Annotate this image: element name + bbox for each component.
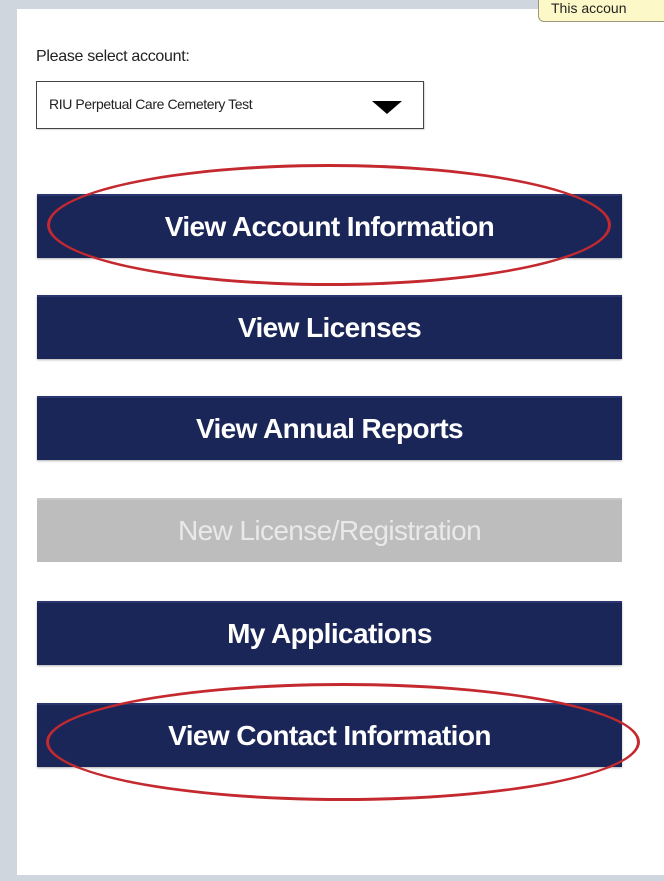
tooltip: This accoun	[538, 0, 664, 22]
view-account-information-button[interactable]: View Account Information	[37, 194, 622, 258]
account-select[interactable]: RIU Perpetual Care Cemetery Test	[36, 81, 424, 129]
view-contact-information-button[interactable]: View Contact Information	[37, 703, 622, 767]
new-license-registration-button: New License/Registration	[37, 498, 622, 562]
view-licenses-button[interactable]: View Licenses	[37, 295, 622, 359]
dropdown-arrow-icon[interactable]	[372, 101, 402, 114]
account-select-value: RIU Perpetual Care Cemetery Test	[49, 96, 253, 112]
my-applications-button[interactable]: My Applications	[37, 601, 622, 665]
account-select-label: Please select account:	[36, 48, 190, 65]
view-annual-reports-button[interactable]: View Annual Reports	[37, 396, 622, 460]
